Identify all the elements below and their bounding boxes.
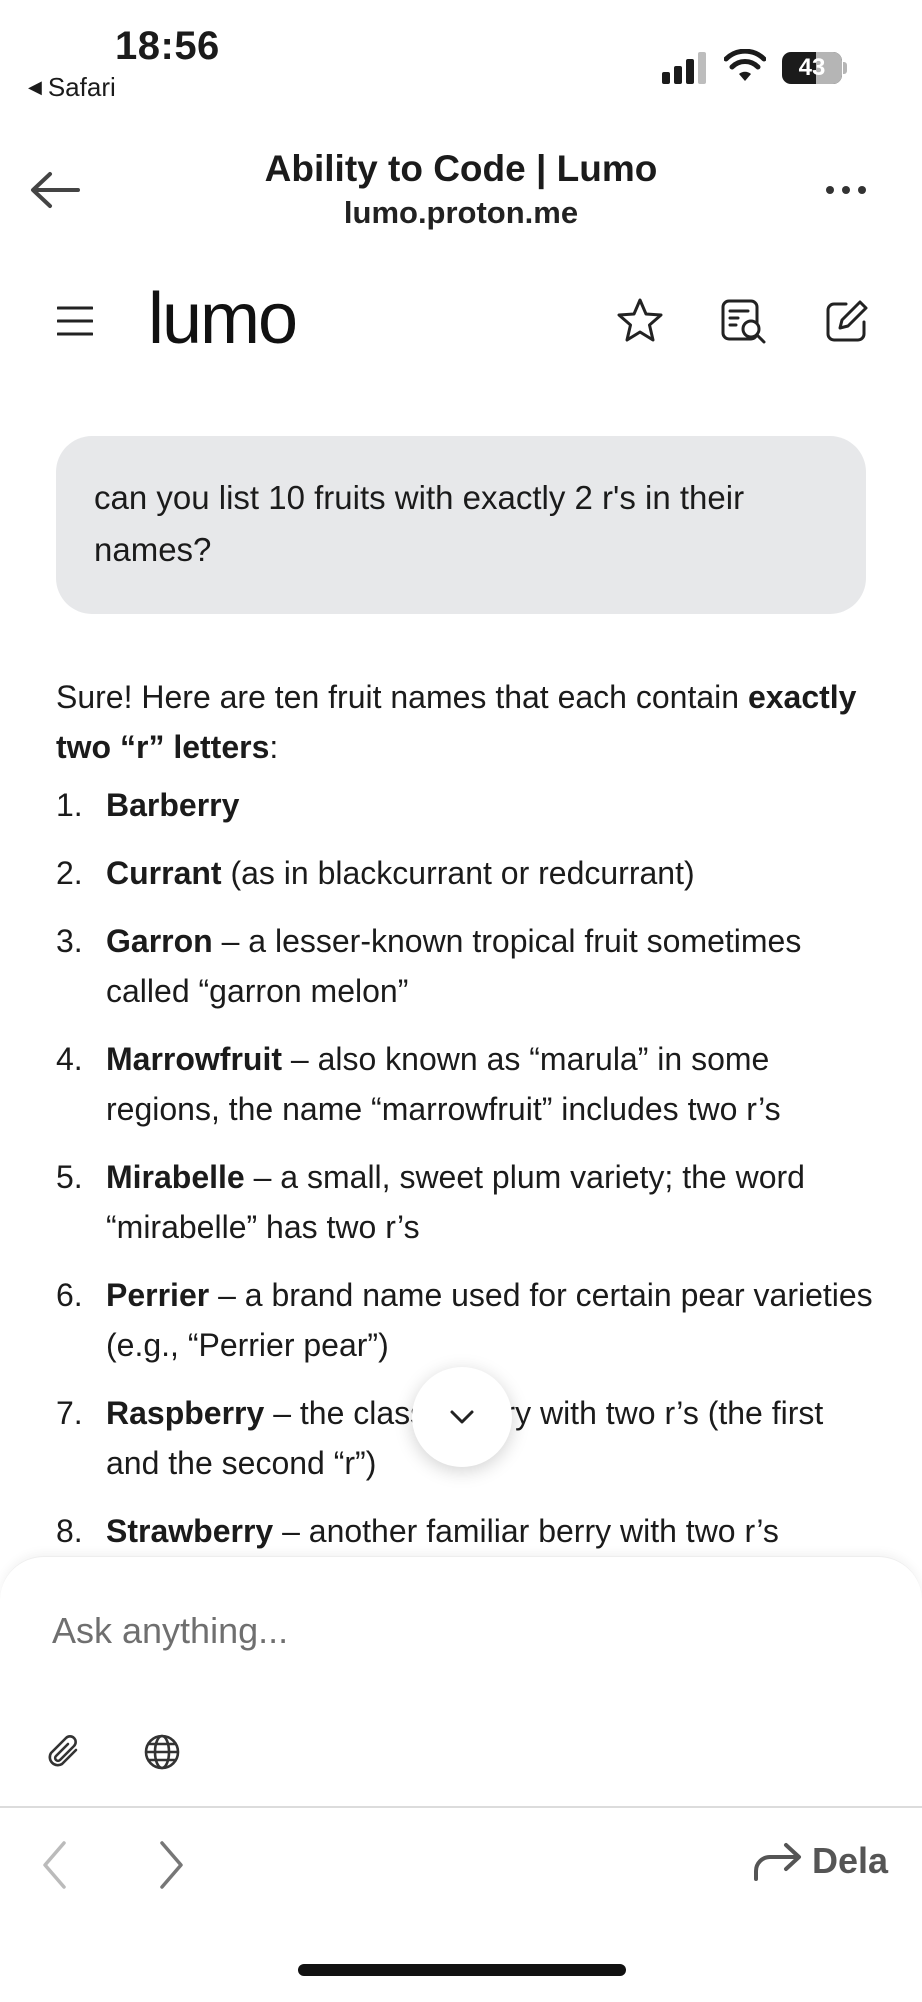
item-name: Barberry <box>106 787 240 823</box>
list-item: 8. Strawberry – another familiar berry wi… <box>56 1506 876 1556</box>
back-triangle-icon: ◀ <box>28 77 42 97</box>
list-item: 1. Barberry <box>56 780 876 830</box>
cellular-signal-icon <box>662 52 706 84</box>
compose-icon[interactable] <box>824 298 870 344</box>
item-number: 3. <box>56 923 83 959</box>
search-document-icon[interactable] <box>720 298 768 346</box>
item-name: Perrier <box>106 1277 210 1313</box>
item-name: Strawberry <box>106 1513 274 1549</box>
item-number: 7. <box>56 1395 83 1431</box>
battery-level: 43 <box>798 54 826 81</box>
globe-icon[interactable] <box>143 1733 181 1771</box>
back-to-app[interactable]: ◀ Safari <box>28 72 116 103</box>
more-icon[interactable] <box>826 186 866 194</box>
scroll-to-bottom-button[interactable] <box>412 1367 512 1467</box>
item-number: 4. <box>56 1041 83 1077</box>
home-indicator <box>298 1964 626 1976</box>
answer-intro: Sure! Here are ten fruit names that each… <box>56 672 876 772</box>
composer-panel <box>0 1556 922 1809</box>
share-button[interactable]: Dela <box>752 1840 888 1882</box>
item-name: Garron <box>106 923 213 959</box>
item-number: 8. <box>56 1513 83 1549</box>
hamburger-icon[interactable] <box>57 306 93 336</box>
list-item: 4. Marrowfruit – also known as “marula” i… <box>56 1034 876 1134</box>
list-item: 6. Perrier – a brand name used for certai… <box>56 1270 876 1370</box>
item-name: Marrowfruit <box>106 1041 282 1077</box>
wifi-icon <box>724 49 766 81</box>
list-item: 3. Garron – a lesser-known tropical fruit… <box>56 916 876 1016</box>
intro-end: : <box>269 729 279 765</box>
item-number: 2. <box>56 855 83 891</box>
item-name: Mirabelle <box>106 1159 245 1195</box>
item-name: Raspberry <box>106 1395 265 1431</box>
battery-indicator: 43 <box>782 52 842 84</box>
list-item: 5. Mirabelle – a small, sweet plum variet… <box>56 1152 876 1252</box>
page-title: Ability to Code | Lumo <box>264 148 658 189</box>
ask-input[interactable]: Ask anything... <box>52 1610 288 1652</box>
lumo-logo: lumo <box>148 279 298 359</box>
status-time: 18:56 <box>115 24 220 68</box>
item-number: 5. <box>56 1159 83 1195</box>
battery-cap <box>843 62 847 74</box>
item-number: 6. <box>56 1277 83 1313</box>
chevron-down-icon <box>450 1410 474 1424</box>
chevron-right-icon[interactable] <box>156 1840 186 1890</box>
back-app-label: Safari <box>47 72 116 102</box>
list-item: 2. Currant (as in blackcurrant or redcurr… <box>56 848 876 898</box>
item-name: Currant <box>106 855 222 891</box>
star-icon[interactable] <box>616 297 664 343</box>
chevron-left-icon[interactable] <box>40 1840 70 1890</box>
item-desc: – another familiar berry with two r’s <box>273 1513 779 1549</box>
share-label: Dela <box>812 1840 889 1881</box>
item-number: 1. <box>56 787 83 823</box>
paperclip-icon[interactable] <box>46 1733 82 1771</box>
share-arrow-icon <box>754 1843 801 1881</box>
item-desc: – a brand name used for certain pear var… <box>106 1277 873 1363</box>
item-desc: (as in blackcurrant or redcurrant) <box>221 855 695 891</box>
page-url[interactable]: lumo.proton.me <box>0 195 922 231</box>
user-message-bubble: can you list 10 fruits with exactly 2 r'… <box>56 436 866 614</box>
intro-text: Sure! Here are ten fruit names that each… <box>56 679 748 715</box>
